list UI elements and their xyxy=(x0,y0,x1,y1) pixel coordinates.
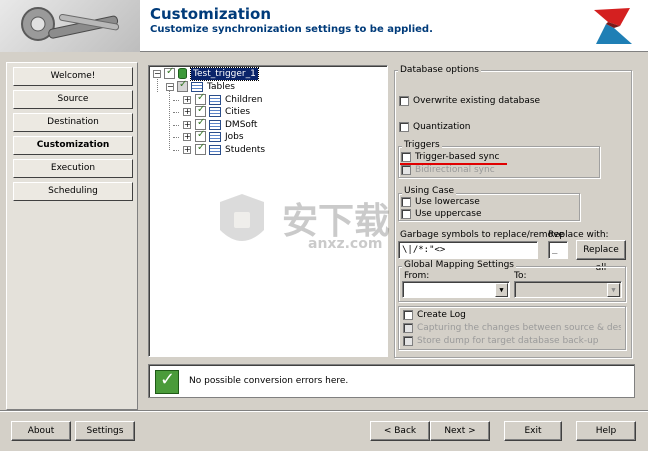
help-button[interactable]: Help xyxy=(576,421,636,441)
store-dump-checkbox xyxy=(403,336,413,346)
back-button[interactable]: < Back xyxy=(370,421,430,441)
nav-execution[interactable]: Execution xyxy=(13,159,133,178)
page-subtitle: Customize synchronization settings to be… xyxy=(150,24,433,35)
watermark-latin: anxz.com xyxy=(308,236,383,252)
tree-node-table[interactable]: + Jobs xyxy=(149,129,279,143)
database-icon xyxy=(178,68,187,79)
expand-toggle-icon[interactable]: + xyxy=(183,121,191,129)
triggers-title: Triggers xyxy=(402,140,442,150)
replace-with-input[interactable]: _ xyxy=(548,241,568,259)
page-title: Customization xyxy=(150,5,272,23)
tools-logo xyxy=(0,0,140,52)
settings-button[interactable]: Settings xyxy=(75,421,135,441)
footer-separator xyxy=(0,410,648,412)
conversion-status-panel: ✓ No possible conversion errors here. xyxy=(148,364,635,398)
about-button[interactable]: About xyxy=(11,421,71,441)
store-dump-label: Store dump for target database back-up xyxy=(417,336,599,346)
table-name: Jobs xyxy=(225,132,244,142)
table-checkbox[interactable] xyxy=(195,142,206,155)
to-select: ▼ xyxy=(514,281,622,298)
capturing-checkbox xyxy=(403,323,413,333)
from-label: From: xyxy=(404,271,430,281)
table-icon xyxy=(209,132,221,142)
overwrite-checkbox[interactable] xyxy=(399,96,409,106)
create-log-checkbox[interactable] xyxy=(403,310,413,320)
next-button[interactable]: Next > xyxy=(430,421,490,441)
nav-source[interactable]: Source xyxy=(13,90,133,109)
status-message: No possible conversion errors here. xyxy=(189,376,349,386)
table-checkbox[interactable] xyxy=(195,129,206,142)
global-mapping-title: Global Mapping Settings xyxy=(402,260,516,270)
create-log-label: Create Log xyxy=(417,310,466,320)
table-icon xyxy=(209,107,221,117)
overwrite-label: Overwrite existing database xyxy=(413,96,541,106)
table-name: DMSoft xyxy=(225,120,258,130)
bidirectional-label: Bidirectional sync xyxy=(415,165,495,175)
quantization-label: Quantization xyxy=(413,122,471,132)
dropdown-arrow-icon: ▼ xyxy=(607,283,620,297)
tree-node-table[interactable]: + Children xyxy=(149,92,279,106)
expand-toggle-icon[interactable]: + xyxy=(183,96,191,104)
dropdown-arrow-icon: ▼ xyxy=(495,283,508,297)
collapse-toggle-icon[interactable]: − xyxy=(153,70,161,78)
from-select[interactable]: ▼ xyxy=(402,281,510,298)
wizard-steps-panel: Welcome! Source Destination Customizatio… xyxy=(6,62,138,410)
table-name: Cities xyxy=(225,107,251,117)
expand-toggle-icon[interactable]: + xyxy=(183,108,191,116)
expand-toggle-icon[interactable]: + xyxy=(183,133,191,141)
replace-with-label: Replace with: xyxy=(548,230,609,240)
nav-welcome[interactable]: Welcome! xyxy=(13,67,133,86)
collapse-toggle-icon[interactable]: − xyxy=(166,83,174,91)
table-icon xyxy=(209,95,221,105)
table-icon xyxy=(209,145,221,155)
tree-node-table[interactable]: + Cities xyxy=(149,104,279,118)
capturing-label: Capturing the changes between source & d… xyxy=(417,323,621,333)
tree-node-database[interactable]: − Test_trigger_1 xyxy=(149,66,269,81)
shield-bag-icon xyxy=(220,194,264,241)
replace-all-button[interactable]: Replace all xyxy=(576,240,626,273)
watermark: 安下载 anxz.com xyxy=(212,190,442,260)
bidirectional-checkbox xyxy=(401,165,411,175)
tree-node-table[interactable]: + DMSoft xyxy=(149,117,279,131)
exit-button[interactable]: Exit xyxy=(504,421,562,441)
nav-scheduling[interactable]: Scheduling xyxy=(13,182,133,201)
to-label: To: xyxy=(514,271,527,281)
trigger-based-checkbox[interactable] xyxy=(401,152,411,162)
database-name: Test_trigger_1 xyxy=(190,67,259,81)
quantization-checkbox[interactable] xyxy=(399,122,409,132)
database-checkbox[interactable] xyxy=(164,66,175,79)
table-checkbox[interactable] xyxy=(195,104,206,117)
expand-toggle-icon[interactable]: + xyxy=(183,146,191,154)
tree-node-table[interactable]: + Students xyxy=(149,142,279,156)
table-name: Children xyxy=(225,95,263,105)
database-options-title: Database options xyxy=(398,65,481,75)
tables-label: Tables xyxy=(207,82,235,92)
tree-node-tables[interactable]: − Tables xyxy=(149,79,269,93)
header-banner: Customization Customize synchronization … xyxy=(0,0,648,52)
checkmark-icon: ✓ xyxy=(155,369,179,394)
nav-customization[interactable]: Customization xyxy=(13,136,133,155)
tables-icon xyxy=(191,82,203,92)
table-icon xyxy=(209,120,221,130)
nav-destination[interactable]: Destination xyxy=(13,113,133,132)
trigger-based-label: Trigger-based sync xyxy=(415,152,500,162)
brand-logo xyxy=(590,4,636,48)
table-name: Students xyxy=(225,145,266,155)
tables-checkbox[interactable] xyxy=(177,79,188,92)
